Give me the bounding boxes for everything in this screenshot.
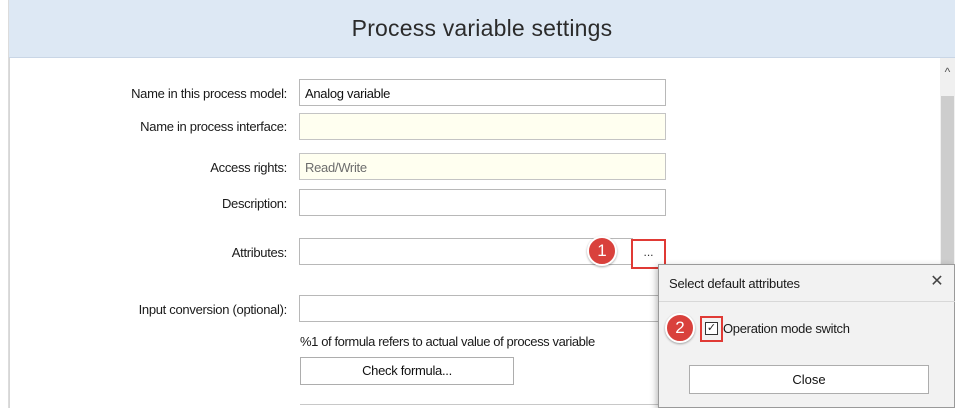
- input-conversion-input[interactable]: [299, 295, 666, 322]
- checkbox-highlight: ✓: [700, 316, 723, 342]
- description-input[interactable]: [299, 189, 666, 216]
- title-bar: Process variable settings: [9, 0, 955, 58]
- scroll-up-arrow-icon[interactable]: ^: [940, 65, 955, 81]
- access-rights-label: Access rights:: [210, 160, 287, 175]
- name-interface-input[interactable]: [299, 113, 666, 140]
- dialog-close-button[interactable]: Close: [689, 365, 929, 394]
- close-icon[interactable]: ✕: [927, 272, 947, 292]
- process-variable-settings-window: Process variable settings Name in this p…: [0, 0, 955, 408]
- name-model-label: Name in this process model:: [131, 86, 287, 101]
- name-model-input[interactable]: Analog variable: [299, 79, 666, 106]
- dialog-title: Select default attributes: [669, 276, 800, 291]
- attributes-label: Attributes:: [231, 245, 288, 260]
- dialog-divider: [659, 301, 955, 302]
- name-interface-label: Name in process interface:: [140, 119, 287, 134]
- input-conversion-label: Input conversion (optional):: [138, 302, 288, 317]
- attributes-input[interactable]: [299, 238, 633, 265]
- formula-hint: %1 of formula refers to actual value of …: [300, 334, 595, 349]
- callout-badge-1: 1: [587, 236, 617, 266]
- callout-badge-2: 2: [665, 313, 695, 343]
- select-default-attributes-dialog: Select default attributes ✕ ✓ Operation …: [658, 264, 955, 408]
- access-rights-field: Read/Write: [299, 153, 666, 180]
- scrollbar-thumb[interactable]: [941, 96, 954, 276]
- operation-mode-switch-checkbox[interactable]: ✓: [705, 322, 718, 335]
- check-formula-button[interactable]: Check formula...: [300, 357, 514, 385]
- window-title: Process variable settings: [351, 15, 613, 41]
- operation-mode-switch-label[interactable]: Operation mode switch: [723, 321, 850, 336]
- description-label: Description:: [221, 196, 287, 211]
